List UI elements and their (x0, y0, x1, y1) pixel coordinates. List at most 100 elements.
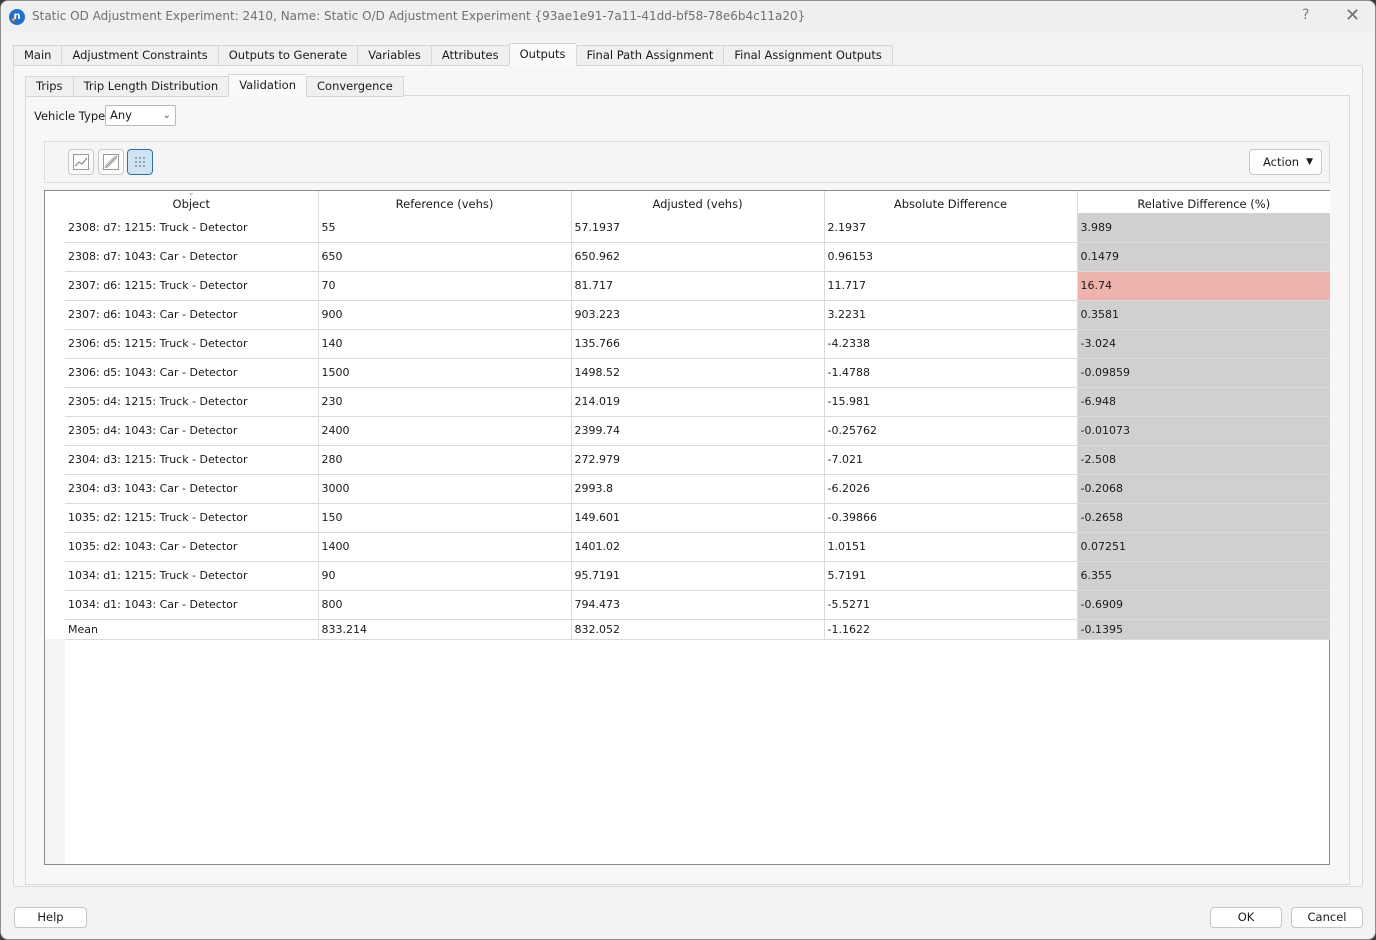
relative-difference-cell[interactable]: 16.74 (1077, 271, 1330, 301)
table-row[interactable]: 2304: d3: 1215: Truck - Detector 280 272.9… (65, 445, 1330, 475)
object-cell[interactable]: 2304: d3: 1043: Car - Detector (65, 474, 319, 504)
reference-cell[interactable]: 2400 (318, 416, 572, 446)
table-row[interactable]: 1034: d1: 1215: Truck - Detector 90 95.719… (65, 561, 1330, 591)
object-cell[interactable]: 1035: d2: 1043: Car - Detector (65, 532, 319, 562)
adjusted-cell[interactable]: 1401.02 (571, 532, 825, 562)
adjusted-cell[interactable]: 1498.52 (571, 358, 825, 388)
relative-difference-cell[interactable]: 6.355 (1077, 561, 1330, 591)
reference-cell[interactable]: 90 (318, 561, 572, 591)
relative-difference-cell[interactable]: -0.6909 (1077, 590, 1330, 620)
column-header-adjusted[interactable]: Adjusted (vehs) (571, 191, 825, 213)
reference-cell[interactable]: 70 (318, 271, 572, 301)
table-row[interactable]: 1034: d1: 1043: Car - Detector 800 794.473… (65, 590, 1330, 620)
cancel-button[interactable]: Cancel (1291, 907, 1363, 928)
reference-cell[interactable]: 280 (318, 445, 572, 475)
table-row[interactable]: 2305: d4: 1043: Car - Detector 2400 2399.7… (65, 416, 1330, 446)
tab-main[interactable]: Main (13, 45, 62, 66)
reference-cell[interactable]: 55 (318, 213, 572, 243)
table-row[interactable]: 2308: d7: 1043: Car - Detector 650 650.962… (65, 242, 1330, 272)
relative-difference-cell[interactable]: -3.024 (1077, 329, 1330, 359)
relative-difference-cell[interactable]: -0.09859 (1077, 358, 1330, 388)
absolute-difference-cell[interactable]: -5.5271 (824, 590, 1078, 620)
tab-attributes[interactable]: Attributes (430, 45, 509, 66)
object-cell[interactable]: 2308: d7: 1043: Car - Detector (65, 242, 319, 272)
line-chart-view-button[interactable] (68, 149, 94, 175)
reference-cell[interactable]: 3000 (318, 474, 572, 504)
relative-difference-cell[interactable]: 0.3581 (1077, 300, 1330, 330)
object-cell[interactable]: 2305: d4: 1215: Truck - Detector (65, 387, 319, 417)
tab-adjustment-constraints[interactable]: Adjustment Constraints (61, 45, 218, 66)
tab-validation[interactable]: Validation (228, 74, 306, 97)
tab-trips[interactable]: Trips (25, 76, 73, 97)
column-header-relative-difference[interactable]: Relative Difference (%) (1077, 191, 1330, 213)
column-header-object[interactable]: ⌄ Object (65, 188, 319, 213)
mean-object-cell[interactable]: Mean (65, 619, 319, 640)
help-button[interactable]: Help (14, 907, 87, 928)
reference-cell[interactable]: 230 (318, 387, 572, 417)
validation-table[interactable]: ⌄ Object Reference (vehs) Adjusted (vehs)… (44, 188, 1330, 865)
absolute-difference-cell[interactable]: -6.2026 (824, 474, 1078, 504)
object-cell[interactable]: 2306: d5: 1043: Car - Detector (65, 358, 319, 388)
object-cell[interactable]: 2306: d5: 1215: Truck - Detector (65, 329, 319, 359)
table-row[interactable]: 2305: d4: 1215: Truck - Detector 230 214.0… (65, 387, 1330, 417)
object-cell[interactable]: 2305: d4: 1043: Car - Detector (65, 416, 319, 446)
tab-trip-length-distribution[interactable]: Trip Length Distribution (72, 76, 229, 97)
adjusted-cell[interactable]: 149.601 (571, 503, 825, 533)
absolute-difference-cell[interactable]: 11.717 (824, 271, 1078, 301)
tab-outputs-to-generate[interactable]: Outputs to Generate (217, 45, 358, 66)
ok-button[interactable]: OK (1210, 907, 1282, 928)
table-row[interactable]: 2306: d5: 1043: Car - Detector 1500 1498.5… (65, 358, 1330, 388)
relative-difference-cell[interactable]: -0.2658 (1077, 503, 1330, 533)
object-cell[interactable]: 1034: d1: 1043: Car - Detector (65, 590, 319, 620)
mean-reference-cell[interactable]: 833.214 (318, 619, 572, 640)
absolute-difference-cell[interactable]: -0.25762 (824, 416, 1078, 446)
tab-convergence[interactable]: Convergence (306, 76, 404, 97)
relative-difference-cell[interactable]: 0.1479 (1077, 242, 1330, 272)
absolute-difference-cell[interactable]: 5.7191 (824, 561, 1078, 591)
tab-variables[interactable]: Variables (357, 45, 431, 66)
absolute-difference-cell[interactable]: 2.1937 (824, 213, 1078, 243)
table-row[interactable]: 1035: d2: 1043: Car - Detector 1400 1401.0… (65, 532, 1330, 562)
table-row[interactable]: 2307: d6: 1215: Truck - Detector 70 81.717… (65, 271, 1330, 301)
absolute-difference-cell[interactable]: 1.0151 (824, 532, 1078, 562)
absolute-difference-cell[interactable]: 3.2231 (824, 300, 1078, 330)
relative-difference-cell[interactable]: -0.01073 (1077, 416, 1330, 446)
column-header-absolute-difference[interactable]: Absolute Difference (824, 191, 1078, 213)
scatter-chart-view-button[interactable] (98, 149, 124, 175)
adjusted-cell[interactable]: 650.962 (571, 242, 825, 272)
absolute-difference-cell[interactable]: -0.39866 (824, 503, 1078, 533)
table-row[interactable]: 2307: d6: 1043: Car - Detector 900 903.223… (65, 300, 1330, 330)
object-cell[interactable]: 2304: d3: 1215: Truck - Detector (65, 445, 319, 475)
mean-relative-difference-cell[interactable]: -0.1395 (1077, 619, 1330, 640)
absolute-difference-cell[interactable]: 0.96153 (824, 242, 1078, 272)
vehicle-type-select[interactable]: Any ⌄ (105, 105, 176, 126)
adjusted-cell[interactable]: 2993.8 (571, 474, 825, 504)
relative-difference-cell[interactable]: -2.508 (1077, 445, 1330, 475)
absolute-difference-cell[interactable]: -4.2338 (824, 329, 1078, 359)
tab-outputs[interactable]: Outputs (508, 43, 576, 66)
relative-difference-cell[interactable]: -6.948 (1077, 387, 1330, 417)
object-cell[interactable]: 1034: d1: 1215: Truck - Detector (65, 561, 319, 591)
adjusted-cell[interactable]: 135.766 (571, 329, 825, 359)
relative-difference-cell[interactable]: 0.07251 (1077, 532, 1330, 562)
absolute-difference-cell[interactable]: -1.4788 (824, 358, 1078, 388)
reference-cell[interactable]: 140 (318, 329, 572, 359)
absolute-difference-cell[interactable]: -7.021 (824, 445, 1078, 475)
table-row[interactable]: 2308: d7: 1215: Truck - Detector 55 57.193… (65, 213, 1330, 243)
reference-cell[interactable]: 1500 (318, 358, 572, 388)
action-dropdown-button[interactable]: Action ▼ (1249, 149, 1322, 175)
object-cell[interactable]: 1035: d2: 1215: Truck - Detector (65, 503, 319, 533)
tab-final-assignment-outputs[interactable]: Final Assignment Outputs (723, 45, 893, 66)
relative-difference-cell[interactable]: -0.2068 (1077, 474, 1330, 504)
adjusted-cell[interactable]: 903.223 (571, 300, 825, 330)
object-cell[interactable]: 2307: d6: 1043: Car - Detector (65, 300, 319, 330)
adjusted-cell[interactable]: 81.717 (571, 271, 825, 301)
adjusted-cell[interactable]: 95.7191 (571, 561, 825, 591)
absolute-difference-cell[interactable]: -15.981 (824, 387, 1078, 417)
column-header-reference[interactable]: Reference (vehs) (318, 191, 572, 213)
mean-row[interactable]: Mean 833.214 832.052 -1.1622 -0.1395 (65, 619, 1330, 640)
reference-cell[interactable]: 1400 (318, 532, 572, 562)
table-row[interactable]: 2304: d3: 1043: Car - Detector 3000 2993.8… (65, 474, 1330, 504)
reference-cell[interactable]: 900 (318, 300, 572, 330)
reference-cell[interactable]: 150 (318, 503, 572, 533)
